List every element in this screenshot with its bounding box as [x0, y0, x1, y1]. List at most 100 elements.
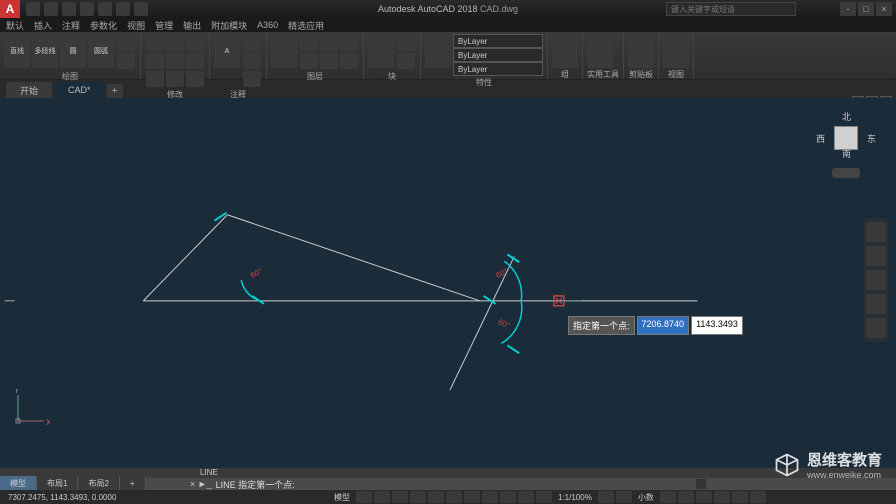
viewcube-wcs[interactable] [832, 168, 860, 178]
dim-linear-icon[interactable] [243, 35, 261, 51]
new-tab-button[interactable]: + [107, 84, 123, 98]
polyline-button[interactable]: 多段线 [32, 34, 58, 68]
viewcube[interactable]: 北 南 东 西 [816, 108, 876, 178]
viewcube-east[interactable]: 东 [867, 132, 876, 145]
layer-tool-icon[interactable] [300, 53, 318, 69]
block-create-icon[interactable] [397, 35, 415, 51]
tab-insert[interactable]: 插入 [34, 19, 52, 32]
stretch-button[interactable] [146, 71, 164, 87]
sb-cycling-icon[interactable] [518, 491, 534, 503]
sb-grid-icon[interactable] [356, 491, 372, 503]
sb-ann-icon[interactable] [616, 491, 632, 503]
sb-workspace-icon[interactable] [660, 491, 676, 503]
tab-layout-plus[interactable]: + [120, 476, 146, 490]
layer-tool-icon[interactable] [320, 35, 338, 51]
nav-zoom-icon[interactable] [866, 270, 886, 290]
color-combo[interactable]: ByLayer [453, 34, 543, 48]
draw-tool-icon[interactable] [117, 35, 135, 51]
tab-layout1[interactable]: 布局1 [37, 476, 78, 490]
ucs-icon[interactable]: Y X [10, 389, 50, 434]
sb-scale[interactable]: 1:1/100% [554, 493, 596, 502]
sb-lwt-icon[interactable] [482, 491, 498, 503]
viewcube-top-face[interactable] [834, 126, 858, 150]
sb-dyn-icon[interactable] [536, 491, 552, 503]
tab-layout2[interactable]: 布局2 [78, 476, 119, 490]
sb-snap-icon[interactable] [374, 491, 390, 503]
circle-button[interactable]: 圆 [60, 34, 86, 68]
doc-tab-start[interactable]: 开始 [6, 82, 52, 98]
maximize-icon[interactable]: □ [858, 2, 874, 16]
help-search-input[interactable] [666, 2, 796, 16]
viewcube-west[interactable]: 西 [816, 132, 825, 145]
lineweight-combo[interactable]: ByLayer [453, 62, 543, 76]
insert-block-button[interactable] [368, 34, 394, 68]
sb-transparency-icon[interactable] [500, 491, 516, 503]
block-edit-icon[interactable] [397, 53, 415, 69]
dim-table-icon[interactable] [243, 71, 261, 87]
qat-redo-icon[interactable] [134, 2, 148, 16]
tab-featured[interactable]: 精选应用 [288, 19, 324, 32]
sb-model[interactable]: 模型 [330, 492, 354, 503]
scale-button[interactable] [166, 71, 184, 87]
viewcube-north[interactable]: 北 [842, 110, 851, 123]
tab-view[interactable]: 视图 [127, 19, 145, 32]
dyn-x-field[interactable]: 7206.8740 [637, 316, 690, 335]
layer-tool-icon[interactable] [320, 53, 338, 69]
sb-custom-icon[interactable] [750, 491, 766, 503]
tab-addins[interactable]: 附加模块 [211, 19, 247, 32]
doc-tab-cad[interactable]: CAD* [54, 82, 105, 98]
sb-osnap-icon[interactable] [428, 491, 444, 503]
sb-isolate-icon[interactable] [696, 491, 712, 503]
sb-otrack-icon[interactable] [464, 491, 480, 503]
array-button[interactable] [186, 71, 204, 87]
sb-hardware-icon[interactable] [714, 491, 730, 503]
group-button[interactable] [552, 34, 578, 68]
qat-undo-icon[interactable] [116, 2, 130, 16]
nav-wheel-icon[interactable] [866, 222, 886, 242]
rotate-button[interactable] [166, 35, 184, 51]
move-button[interactable] [146, 35, 164, 51]
qat-save-icon[interactable] [62, 2, 76, 16]
tab-a360[interactable]: A360 [257, 20, 278, 30]
sb-3dosnap-icon[interactable] [446, 491, 462, 503]
close-icon[interactable]: × [876, 2, 892, 16]
base-button[interactable] [663, 34, 689, 68]
sb-units[interactable]: 小数 [634, 492, 658, 503]
copy-button[interactable] [146, 53, 164, 69]
tab-manage[interactable]: 管理 [155, 19, 173, 32]
sb-ortho-icon[interactable] [392, 491, 408, 503]
fillet-button[interactable] [186, 53, 204, 69]
arc-button[interactable]: 圆弧 [88, 34, 114, 68]
sb-clean-icon[interactable] [732, 491, 748, 503]
draw-tool-icon[interactable] [117, 53, 135, 69]
minimize-icon[interactable]: - [840, 2, 856, 16]
nav-showmotion-icon[interactable] [866, 318, 886, 338]
match-properties-button[interactable] [425, 34, 451, 68]
tab-default[interactable]: 默认 [6, 19, 24, 32]
sb-monitor-icon[interactable] [678, 491, 694, 503]
sb-polar-icon[interactable] [410, 491, 426, 503]
linetype-combo[interactable]: ByLayer [453, 48, 543, 62]
tab-output[interactable]: 输出 [183, 19, 201, 32]
qat-saveas-icon[interactable] [80, 2, 94, 16]
qat-open-icon[interactable] [44, 2, 58, 16]
text-button[interactable]: A [214, 34, 240, 68]
sb-gear-icon[interactable] [598, 491, 614, 503]
tab-annotate[interactable]: 注释 [62, 19, 80, 32]
app-logo[interactable]: A [0, 0, 20, 18]
mirror-button[interactable] [166, 53, 184, 69]
drawing-canvas[interactable]: 60° 60° 60° 北 南 东 西 指定第一个点: 7206.8740 11… [0, 98, 896, 474]
dyn-y-field[interactable]: 1143.3493 [691, 316, 743, 335]
qat-new-icon[interactable] [26, 2, 40, 16]
layer-tool-icon[interactable] [340, 35, 358, 51]
layer-tool-icon[interactable] [340, 53, 358, 69]
layer-properties-button[interactable] [271, 34, 297, 68]
paste-button[interactable] [628, 34, 654, 68]
layer-tool-icon[interactable] [300, 35, 318, 51]
tab-model[interactable]: 模型 [0, 476, 37, 490]
coord-display[interactable]: 7307.2475, 1143.3493, 0.0000 [0, 493, 124, 502]
line-button[interactable]: 直线 [4, 34, 30, 68]
tab-parametric[interactable]: 参数化 [90, 19, 117, 32]
trim-button[interactable] [186, 35, 204, 51]
nav-pan-icon[interactable] [866, 246, 886, 266]
